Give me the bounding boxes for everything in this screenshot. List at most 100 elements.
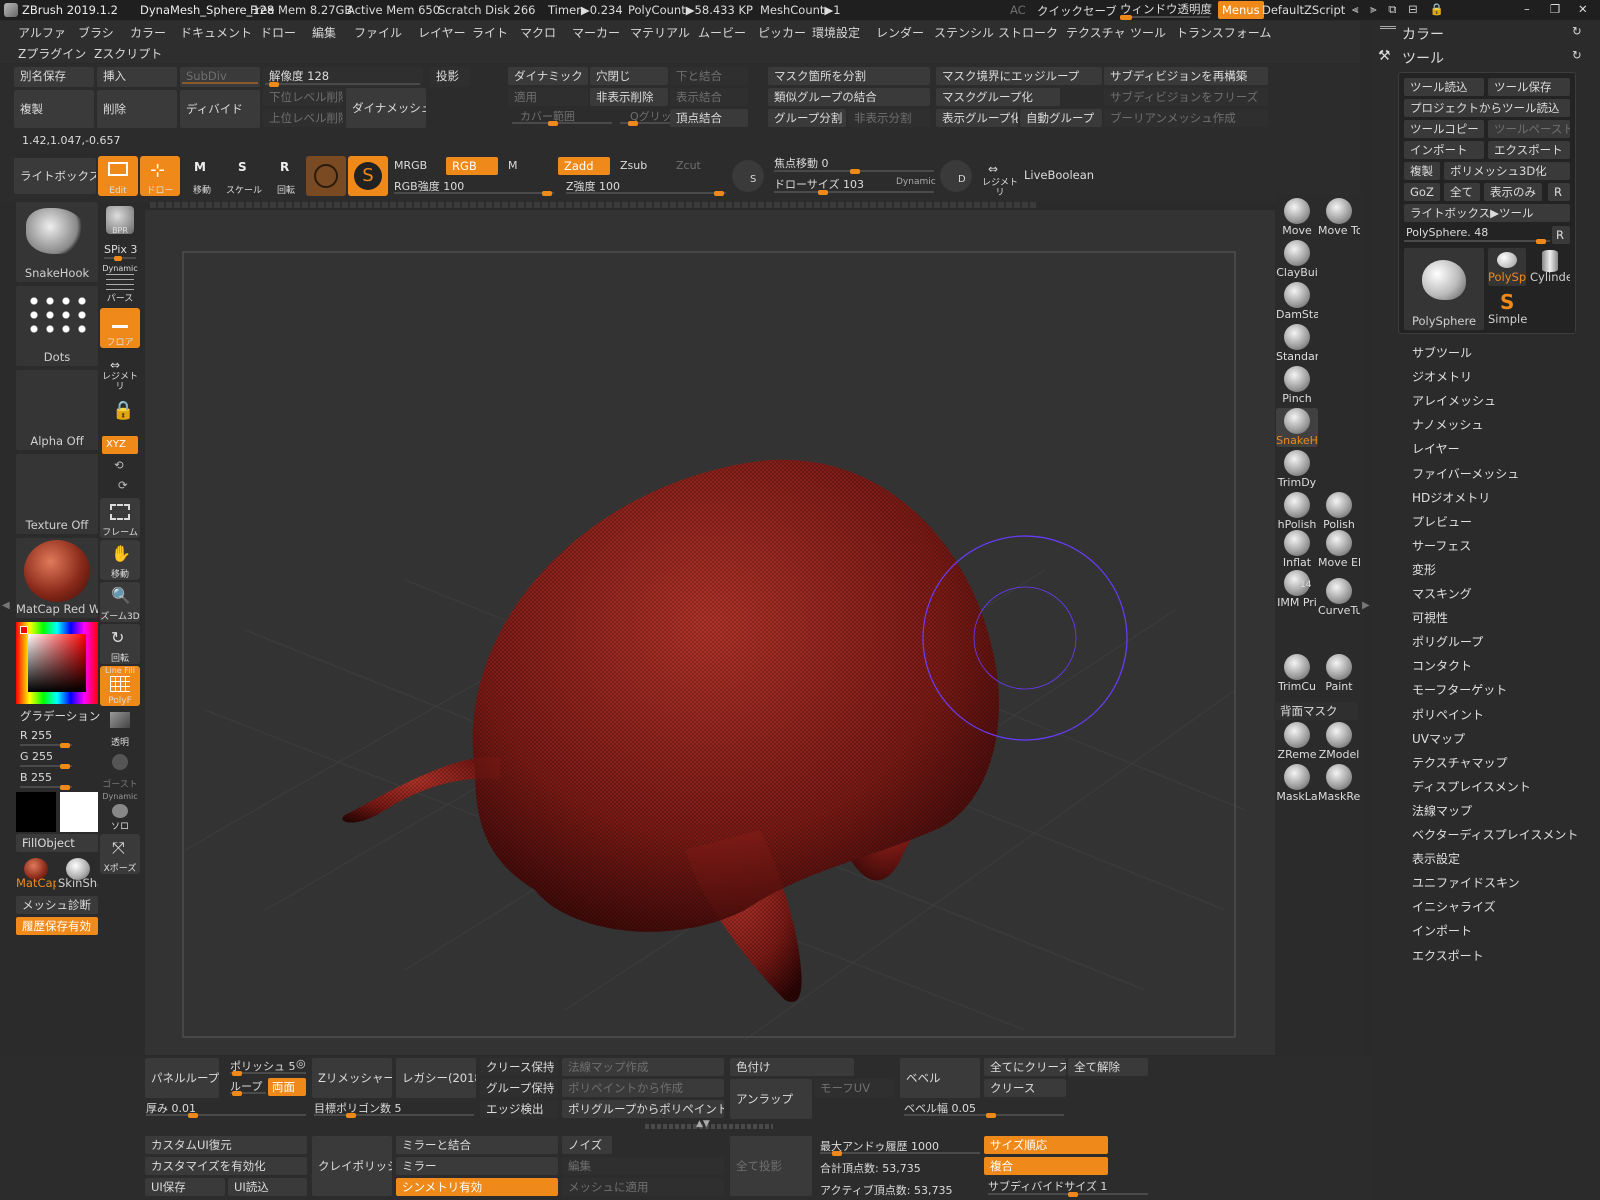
rebuild-subdiv-button[interactable]: サブディビジョンを再構築: [1104, 67, 1268, 85]
material-thumb[interactable]: MatCap Red Wa: [16, 538, 98, 618]
create-normalmap-button[interactable]: 法線マップ作成: [562, 1058, 724, 1076]
tool-subpalette-item[interactable]: 法線マップ: [1412, 802, 1472, 819]
freeze-subdiv-button[interactable]: サブディビジョンをフリーズ: [1104, 88, 1268, 106]
split-masked-button[interactable]: マスク箇所を分割: [768, 67, 930, 85]
loops-bar[interactable]: [230, 1091, 266, 1096]
current-tool-thumb[interactable]: PolySphere: [1404, 248, 1484, 330]
symmetry-button[interactable]: ⇔ レジメトリ: [980, 158, 1020, 198]
keep-groups-button[interactable]: グループ保持: [480, 1079, 558, 1097]
menu-item[interactable]: マクロ: [520, 24, 556, 41]
tool-subpalette-item[interactable]: レイヤー: [1412, 440, 1460, 457]
frame-button[interactable]: フレーム: [100, 498, 140, 538]
lightbox-button[interactable]: ライトボックス: [14, 158, 96, 194]
menu-item[interactable]: ムービー: [698, 24, 746, 41]
tool-subpalette-item[interactable]: 変形: [1412, 561, 1436, 578]
menu-item[interactable]: Zプラグイン: [18, 45, 86, 62]
subdivide-size-slider[interactable]: サブディバイドサイズ 1: [988, 1178, 1107, 1194]
lightbox-tool-button[interactable]: ライトボックス▶ツール: [1404, 204, 1570, 222]
menu-item[interactable]: ツール: [1130, 24, 1166, 41]
clone-button[interactable]: 複製: [1404, 162, 1440, 180]
load-ui-button[interactable]: UI読込: [228, 1178, 307, 1196]
menu-item[interactable]: トランスフォーム: [1176, 24, 1271, 41]
r-bar[interactable]: [20, 743, 72, 748]
edit-mode-button[interactable]: Edit: [98, 156, 138, 196]
rotate-y-icon[interactable]: ⟲: [114, 458, 124, 472]
alpha-thumb[interactable]: Alpha Off: [16, 370, 98, 450]
transparency-slider[interactable]: [1120, 15, 1210, 20]
save-tool-button[interactable]: ツール保存: [1488, 78, 1570, 96]
save-ui-button[interactable]: UI保存: [145, 1178, 225, 1196]
floor-button[interactable]: フロア: [100, 308, 140, 348]
default-zscript[interactable]: DefaultZScript: [1262, 3, 1345, 17]
b-slider[interactable]: B 255: [20, 771, 52, 784]
bevel-width-bar[interactable]: [904, 1113, 1064, 1118]
solo-button[interactable]: Dynamic ソロ: [100, 792, 140, 832]
goz-all-button[interactable]: 全て: [1444, 183, 1480, 201]
apply-to-mesh-button[interactable]: メッシュに適用: [562, 1178, 724, 1196]
main-color-swatch[interactable]: [16, 792, 56, 832]
persp-button[interactable]: Dynamic パース: [100, 264, 140, 304]
brush-curvetu[interactable]: CurveTu: [1318, 578, 1360, 617]
resolution-bar[interactable]: [265, 82, 420, 87]
s-stroke-button[interactable]: S: [732, 160, 764, 192]
subdivide-size-bar[interactable]: [988, 1192, 1148, 1197]
crease-button[interactable]: クリース: [984, 1079, 1066, 1097]
brush-immpri[interactable]: IMM Pri: [1276, 570, 1318, 609]
merge-similar-button[interactable]: 類似グループの結合: [768, 88, 930, 106]
colorize-button[interactable]: 色付け: [730, 1058, 854, 1076]
noise-edit-button[interactable]: 編集: [562, 1157, 724, 1175]
backface-mask-button[interactable]: 背面マスク: [1274, 702, 1358, 720]
close-icon[interactable]: ✕: [1578, 2, 1588, 16]
b-bar[interactable]: [20, 785, 72, 790]
lock-button[interactable]: 🔒: [100, 394, 140, 434]
mirror-button[interactable]: ミラー: [396, 1157, 558, 1175]
menu-item[interactable]: ピッカー: [758, 24, 806, 41]
history-enabled-button[interactable]: 履歴保存有効: [16, 917, 98, 935]
z-intensity-bar[interactable]: [566, 191, 726, 196]
menu-item[interactable]: ステンシル: [934, 24, 994, 41]
xyz-button[interactable]: XYZ: [102, 436, 138, 454]
insert-button[interactable]: 挿入: [97, 67, 177, 87]
double-sided-button[interactable]: 両面: [268, 1078, 306, 1096]
enable-customize-button[interactable]: カスタマイズを有効化: [145, 1157, 307, 1175]
tool-subpalette-item[interactable]: エクスポート: [1412, 947, 1484, 964]
brush-pinch[interactable]: Pinch: [1276, 366, 1318, 405]
menu-item[interactable]: マテリアル: [630, 24, 690, 41]
menus-button[interactable]: Menus: [1218, 1, 1264, 19]
brush-trimcu[interactable]: TrimCu: [1276, 654, 1318, 693]
expand-collapse-icon[interactable]: ▲▼: [696, 1119, 710, 1129]
cover-bar[interactable]: [512, 121, 612, 126]
transparent-button[interactable]: 透明: [100, 708, 140, 748]
tool-subpalette-item[interactable]: コンタクト: [1412, 657, 1472, 674]
draw-mode-button[interactable]: ⊹ ドロー: [140, 156, 180, 196]
keep-creases-button[interactable]: クリース保持: [480, 1058, 558, 1076]
legacy-button[interactable]: レガシー(2018): [396, 1058, 476, 1098]
mrgb-button[interactable]: MRGB: [394, 159, 427, 172]
tool-subpalette-item[interactable]: ディスプレイスメント: [1412, 778, 1531, 795]
lower-merge-button[interactable]: 下と結合: [670, 67, 748, 85]
brush-claybui[interactable]: ClayBui: [1276, 240, 1318, 279]
import-button[interactable]: インポート: [1404, 141, 1484, 159]
menu-item[interactable]: ドキュメント: [180, 24, 252, 41]
load-from-project-button[interactable]: プロジェクトからツール読込: [1404, 99, 1570, 117]
tool-subpalette-item[interactable]: ポリペイント: [1412, 706, 1484, 723]
rgb-button[interactable]: RGB: [446, 157, 498, 175]
auto-groups-button[interactable]: 自動グループ: [1020, 109, 1102, 127]
color-picker[interactable]: [16, 622, 98, 704]
polyframe-button[interactable]: Line Fill PolyF: [100, 666, 140, 706]
draw-size-bar[interactable]: [774, 190, 934, 195]
tool-simplebrush[interactable]: S SimpleB: [1488, 290, 1528, 328]
polysphere-slider-label[interactable]: PolySphere. 48: [1406, 226, 1488, 239]
morph-uv-button[interactable]: モーフUV: [814, 1079, 894, 1097]
menu-item[interactable]: レンダー: [876, 24, 924, 41]
menu-item[interactable]: Zスクリプト: [94, 45, 162, 62]
ghost-button[interactable]: ゴースト: [100, 750, 140, 790]
zcut-button[interactable]: Zcut: [676, 159, 701, 172]
texture-thumb[interactable]: Texture Off: [16, 454, 98, 534]
zremesher-button[interactable]: Zリメッシャー: [312, 1058, 392, 1098]
brush-zmodel[interactable]: ZModel: [1318, 722, 1360, 761]
dynamic-button[interactable]: ダイナミック: [508, 67, 588, 85]
viewport-canvas[interactable]: [145, 210, 1275, 1055]
display-merge-button[interactable]: 表示結合: [670, 88, 748, 106]
brush-moveto[interactable]: Move To: [1318, 198, 1360, 237]
